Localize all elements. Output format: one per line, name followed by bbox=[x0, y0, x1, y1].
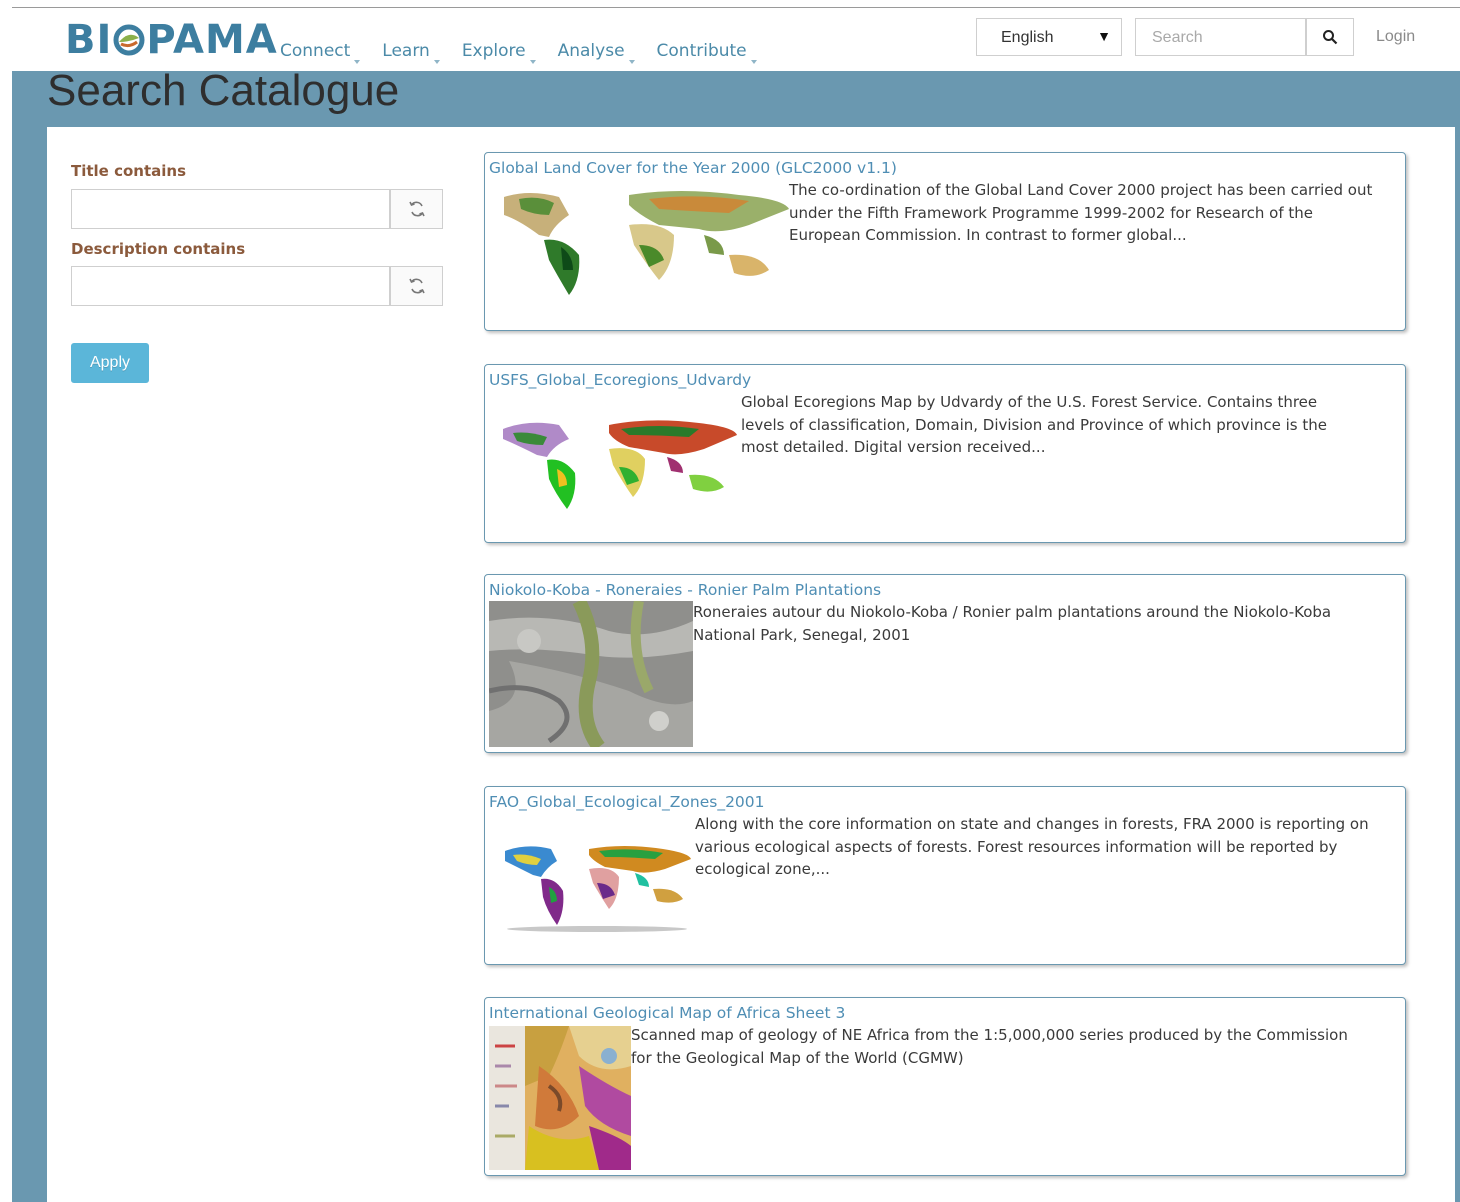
world-map-landcover-thumbnail[interactable] bbox=[499, 185, 789, 305]
title-filter-input[interactable] bbox=[71, 189, 390, 229]
main-nav: Connect Learn Explore Analyse Contribute bbox=[280, 41, 779, 64]
page-title: Search Catalogue bbox=[47, 66, 400, 115]
dropdown-arrow-icon: ▼ bbox=[1097, 28, 1111, 44]
nav-connect-label: Connect bbox=[280, 41, 351, 61]
result-description-line: for the Geological Map of the World (CGM… bbox=[631, 1048, 964, 1067]
search-placeholder: Search bbox=[1152, 29, 1203, 46]
search-icon bbox=[1323, 30, 1338, 45]
result-description-line: Global Ecoregions Map by Udvardy of the … bbox=[741, 393, 1318, 411]
nav-explore[interactable]: Explore bbox=[462, 41, 536, 64]
biopama-logo[interactable]: BI PAMA bbox=[65, 17, 278, 63]
title-filter-reset-button[interactable] bbox=[390, 189, 443, 229]
description-filter-group bbox=[71, 266, 443, 306]
refresh-icon bbox=[408, 201, 425, 217]
result-description: Global Ecoregions Map by Udvardy of the … bbox=[741, 391, 1391, 459]
geology-map-thumbnail[interactable] bbox=[489, 1026, 631, 1170]
title-filter-group bbox=[71, 189, 443, 229]
result-title-link[interactable]: FAO_Global_Ecological_Zones_2001 bbox=[489, 793, 765, 811]
result-description-line: Roneraies autour du Niokolo-Koba / Ronie… bbox=[693, 603, 1332, 621]
language-select[interactable]: English ▼ bbox=[976, 18, 1122, 56]
title-filter-label: Title contains bbox=[71, 162, 186, 180]
result-description-line: levels of classification, Domain, Divisi… bbox=[741, 415, 1327, 434]
result-description-line: various ecological aspects of forests. F… bbox=[695, 837, 1338, 856]
result-description-line: The co-ordination of the Global Land Cov… bbox=[789, 181, 1373, 199]
logo-text-left: BI bbox=[65, 17, 113, 63]
result-title-link[interactable]: Niokolo-Koba - Roneraies - Ronier Palm P… bbox=[489, 581, 881, 599]
nav-contribute[interactable]: Contribute bbox=[657, 41, 757, 64]
caret-down-icon bbox=[433, 60, 440, 64]
site-header: BI PAMA Connect Learn Explore Analyse Co… bbox=[12, 8, 1460, 71]
result-description-line: under the Fifth Framework Programme 1999… bbox=[789, 203, 1313, 222]
logo-text-right: PAMA bbox=[146, 17, 278, 63]
result-description-line: Along with the core information on state… bbox=[695, 815, 1369, 833]
result-card[interactable]: Global Land Cover for the Year 2000 (GLC… bbox=[484, 152, 1406, 331]
description-filter-input[interactable] bbox=[71, 266, 390, 306]
result-description-line: most detailed. Digital version received.… bbox=[741, 438, 1046, 456]
result-description-line: ecological zone,... bbox=[695, 860, 830, 878]
result-description-line: National Park, Senegal, 2001 bbox=[693, 625, 911, 644]
result-card[interactable]: FAO_Global_Ecological_Zones_2001 Along w… bbox=[484, 786, 1406, 965]
nav-explore-label: Explore bbox=[461, 41, 526, 61]
nav-learn[interactable]: Learn bbox=[382, 41, 440, 64]
result-card[interactable]: USFS_Global_Ecoregions_Udvardy Global Ec… bbox=[484, 364, 1406, 543]
result-card[interactable]: Niokolo-Koba - Roneraies - Ronier Palm P… bbox=[484, 574, 1406, 753]
result-title-link[interactable]: Global Land Cover for the Year 2000 (GLC… bbox=[489, 159, 897, 177]
nav-connect[interactable]: Connect bbox=[280, 41, 361, 64]
world-map-ecozones-thumbnail[interactable] bbox=[503, 841, 691, 933]
apply-button[interactable]: Apply bbox=[71, 343, 149, 383]
nav-analyse-label: Analyse bbox=[557, 41, 625, 61]
search-input[interactable]: Search bbox=[1135, 18, 1306, 56]
caret-down-icon bbox=[354, 60, 361, 64]
result-description: Along with the core information on state… bbox=[695, 813, 1395, 881]
description-filter-reset-button[interactable] bbox=[390, 266, 443, 306]
result-description-line: Scanned map of geology of NE Africa from… bbox=[631, 1026, 1348, 1044]
result-description: Roneraies autour du Niokolo-Koba / Ronie… bbox=[693, 601, 1393, 646]
language-value: English bbox=[1001, 29, 1054, 46]
refresh-icon bbox=[408, 278, 425, 294]
result-description: Scanned map of geology of NE Africa from… bbox=[631, 1024, 1401, 1069]
search-button[interactable] bbox=[1306, 18, 1354, 56]
result-card[interactable]: International Geological Map of Africa S… bbox=[484, 997, 1406, 1176]
caret-down-icon bbox=[628, 60, 635, 64]
result-title-link[interactable]: USFS_Global_Ecoregions_Udvardy bbox=[489, 371, 751, 389]
globe-leaf-icon bbox=[113, 24, 145, 56]
result-description: The co-ordination of the Global Land Cov… bbox=[789, 179, 1399, 247]
caret-down-icon bbox=[529, 60, 536, 64]
caret-down-icon bbox=[750, 60, 757, 64]
nav-analyse[interactable]: Analyse bbox=[558, 41, 635, 64]
result-description-line: European Commission. In contrast to form… bbox=[789, 226, 1187, 244]
nav-learn-label: Learn bbox=[382, 41, 430, 61]
login-link[interactable]: Login bbox=[1376, 28, 1415, 46]
nav-contribute-label: Contribute bbox=[656, 41, 747, 61]
result-title-link[interactable]: International Geological Map of Africa S… bbox=[489, 1004, 845, 1022]
satellite-image-thumbnail[interactable] bbox=[489, 601, 693, 747]
description-filter-label: Description contains bbox=[71, 240, 246, 258]
world-map-ecoregions-thumbnail[interactable] bbox=[499, 415, 739, 515]
